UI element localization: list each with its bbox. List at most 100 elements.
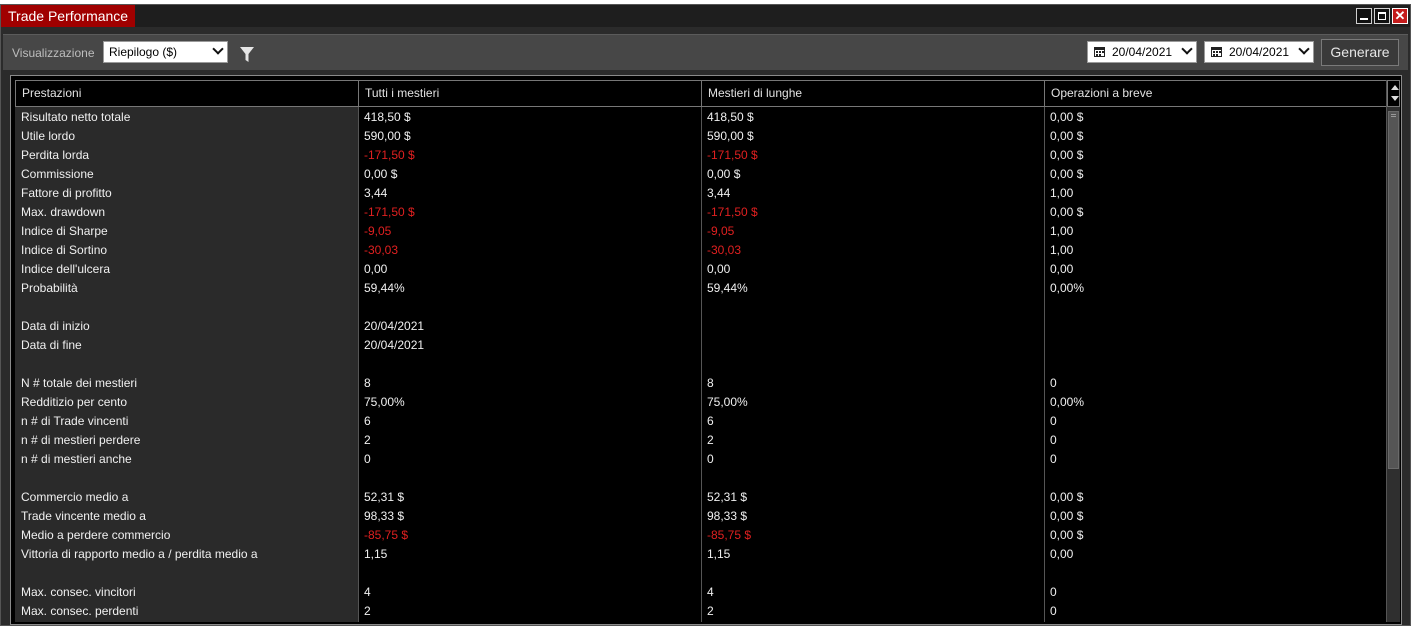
metric-value: -171,50 $ <box>707 148 758 162</box>
date-to-select[interactable]: 20/04/2021 <box>1204 41 1314 63</box>
metric-value: 0 <box>707 452 714 466</box>
view-label: Visualizzazione <box>12 46 95 60</box>
metric-label: Probabilità <box>21 281 78 295</box>
table-row[interactable]: Max. drawdown -171,50 $ -171,50 $ 0,00 $ <box>15 203 1386 222</box>
metric-value: 75,00% <box>364 395 405 409</box>
metric-value: 8 <box>707 376 714 390</box>
metric-value: 59,44% <box>707 281 748 295</box>
metric-value: 2 <box>707 604 714 618</box>
metric-label: Data di inizio <box>21 319 90 333</box>
table-row[interactable]: Commissione 0,00 $ 0,00 $ 0,00 $ <box>15 165 1386 184</box>
metric-label: Risultato netto totale <box>21 110 131 124</box>
metric-value: 3,44 <box>707 186 731 200</box>
metric-value: 418,50 $ <box>707 110 754 124</box>
close-icon: ✕ <box>1394 8 1406 23</box>
metric-value: 0,00 <box>1050 547 1074 561</box>
header-all-trades[interactable]: Tutti i mestieri <box>358 81 701 106</box>
table-row[interactable] <box>15 298 1386 317</box>
table-row[interactable]: Indice di Sharpe -9,05 -9,05 1,00 <box>15 222 1386 241</box>
metric-value: 0,00 $ <box>1050 528 1084 542</box>
metric-value: 1,00 <box>1050 186 1074 200</box>
close-button[interactable]: ✕ <box>1392 8 1408 24</box>
metric-value <box>701 469 1044 488</box>
metric-label <box>15 469 358 488</box>
chevron-down-icon <box>1298 43 1310 55</box>
table-row[interactable]: Vittoria di rapporto medio a / perdita m… <box>15 545 1386 564</box>
scroll-up-icon[interactable] <box>1391 85 1399 90</box>
vertical-scrollbar[interactable] <box>1386 80 1400 622</box>
table-row[interactable]: Data di inizio 20/04/2021 <box>15 317 1386 336</box>
metric-value: 1,15 <box>707 547 731 561</box>
metric-value <box>358 469 701 488</box>
metric-value <box>701 355 1044 374</box>
scroll-thumb[interactable] <box>1388 111 1399 469</box>
metric-value: 0,00 $ <box>1050 490 1084 504</box>
scroll-down-icon[interactable] <box>1391 96 1399 101</box>
table-row[interactable] <box>15 469 1386 488</box>
metric-value: 0,00 $ <box>1050 205 1084 219</box>
table-row[interactable]: Indice di Sortino -30,03 -30,03 1,00 <box>15 241 1386 260</box>
view-select[interactable]: Riepilogo ($) <box>103 41 228 63</box>
title-bar[interactable]: Trade Performance ✕ <box>1 5 1410 27</box>
header-performance[interactable]: Prestazioni <box>15 81 358 106</box>
table-row[interactable]: Commercio medio a 52,31 $ 52,31 $ 0,00 $ <box>15 488 1386 507</box>
metric-value <box>1044 564 1386 583</box>
table-row[interactable]: Indice dell'ulcera 0,00 0,00 0,00 <box>15 260 1386 279</box>
metric-value: 0 <box>1050 433 1057 447</box>
metric-value <box>1044 336 1386 355</box>
metric-value: 0 <box>1050 452 1057 466</box>
table-row[interactable] <box>15 564 1386 583</box>
metric-label: Commercio medio a <box>21 490 129 504</box>
table-row[interactable]: Medio a perdere commercio -85,75 $ -85,75 … <box>15 526 1386 545</box>
trade-performance-window: Trade Performance ✕ Visualizzazione Riep… <box>0 4 1411 626</box>
window-title: Trade Performance <box>1 5 136 27</box>
table-row[interactable]: Redditizio per cento 75,00% 75,00% 0,00% <box>15 393 1386 412</box>
metric-label: N # totale dei mestieri <box>21 376 138 390</box>
metric-value: 4 <box>707 585 714 599</box>
metric-value: -171,50 $ <box>364 148 415 162</box>
table-row[interactable]: n # di mestieri perdere 2 2 0 <box>15 431 1386 450</box>
metric-value: 1,00 <box>1050 243 1074 257</box>
metric-value <box>701 317 1044 336</box>
minimize-button[interactable] <box>1356 8 1372 24</box>
metric-label: Fattore di profitto <box>21 186 112 200</box>
table-row[interactable]: Trade vincente medio a 98,33 $ 98,33 $ 0,00… <box>15 507 1386 526</box>
table-row[interactable] <box>15 355 1386 374</box>
metric-value: 0 <box>1050 376 1057 390</box>
generate-button[interactable]: Generare <box>1321 39 1399 66</box>
table-row[interactable]: Probabilità 59,44% 59,44% 0,00% <box>15 279 1386 298</box>
date-from-select[interactable]: 20/04/2021 <box>1087 41 1197 63</box>
metric-value: 2 <box>364 604 371 618</box>
maximize-button[interactable] <box>1374 8 1390 24</box>
table-row[interactable]: Data di fine 20/04/2021 <box>15 336 1386 355</box>
metric-value <box>358 298 701 317</box>
chevron-down-icon <box>1181 43 1193 55</box>
table-row[interactable]: Fattore di profitto 3,44 3,44 1,00 <box>15 184 1386 203</box>
metric-label: Max. consec. vincitori <box>21 585 136 599</box>
metric-label: Vittoria di rapporto medio a / perdita m… <box>21 547 258 561</box>
header-short-trades[interactable]: Operazioni a breve <box>1044 81 1386 106</box>
chevron-down-icon <box>212 43 224 55</box>
maximize-icon <box>1378 12 1386 20</box>
table-row[interactable]: Max. consec. vincitori 4 4 0 <box>15 583 1386 602</box>
table-row[interactable]: n # di Trade vincenti 6 6 0 <box>15 412 1386 431</box>
metric-label: Redditizio per cento <box>21 395 128 409</box>
metric-label: Indice di Sortino <box>21 243 108 257</box>
metric-value: 8 <box>364 376 371 390</box>
table-row[interactable]: Utile lordo 590,00 $ 590,00 $ 0,00 $ <box>15 127 1386 146</box>
metric-value <box>701 298 1044 317</box>
metric-label: Max. consec. perdenti <box>21 604 139 618</box>
header-long-trades[interactable]: Mestieri di lunghe <box>701 81 1044 106</box>
metric-value: 0,00 $ <box>1050 110 1084 124</box>
filter-icon[interactable] <box>240 47 254 63</box>
metric-label <box>15 564 358 583</box>
table-row[interactable]: n # di mestieri anche 0 0 0 <box>15 450 1386 469</box>
metric-value: 0,00 $ <box>707 167 741 181</box>
table-row[interactable]: Perdita lorda -171,50 $ -171,50 $ 0,00 $ <box>15 146 1386 165</box>
table-row[interactable]: Risultato netto totale 418,50 $ 418,50 $ 0,… <box>15 108 1386 127</box>
table-row[interactable]: Max. consec. perdenti 2 2 0 <box>15 602 1386 621</box>
metric-value: -85,75 $ <box>707 528 752 542</box>
metric-value: 0,00 $ <box>364 167 398 181</box>
table-row[interactable]: N # totale dei mestieri 8 8 0 <box>15 374 1386 393</box>
metric-value: -85,75 $ <box>364 528 409 542</box>
